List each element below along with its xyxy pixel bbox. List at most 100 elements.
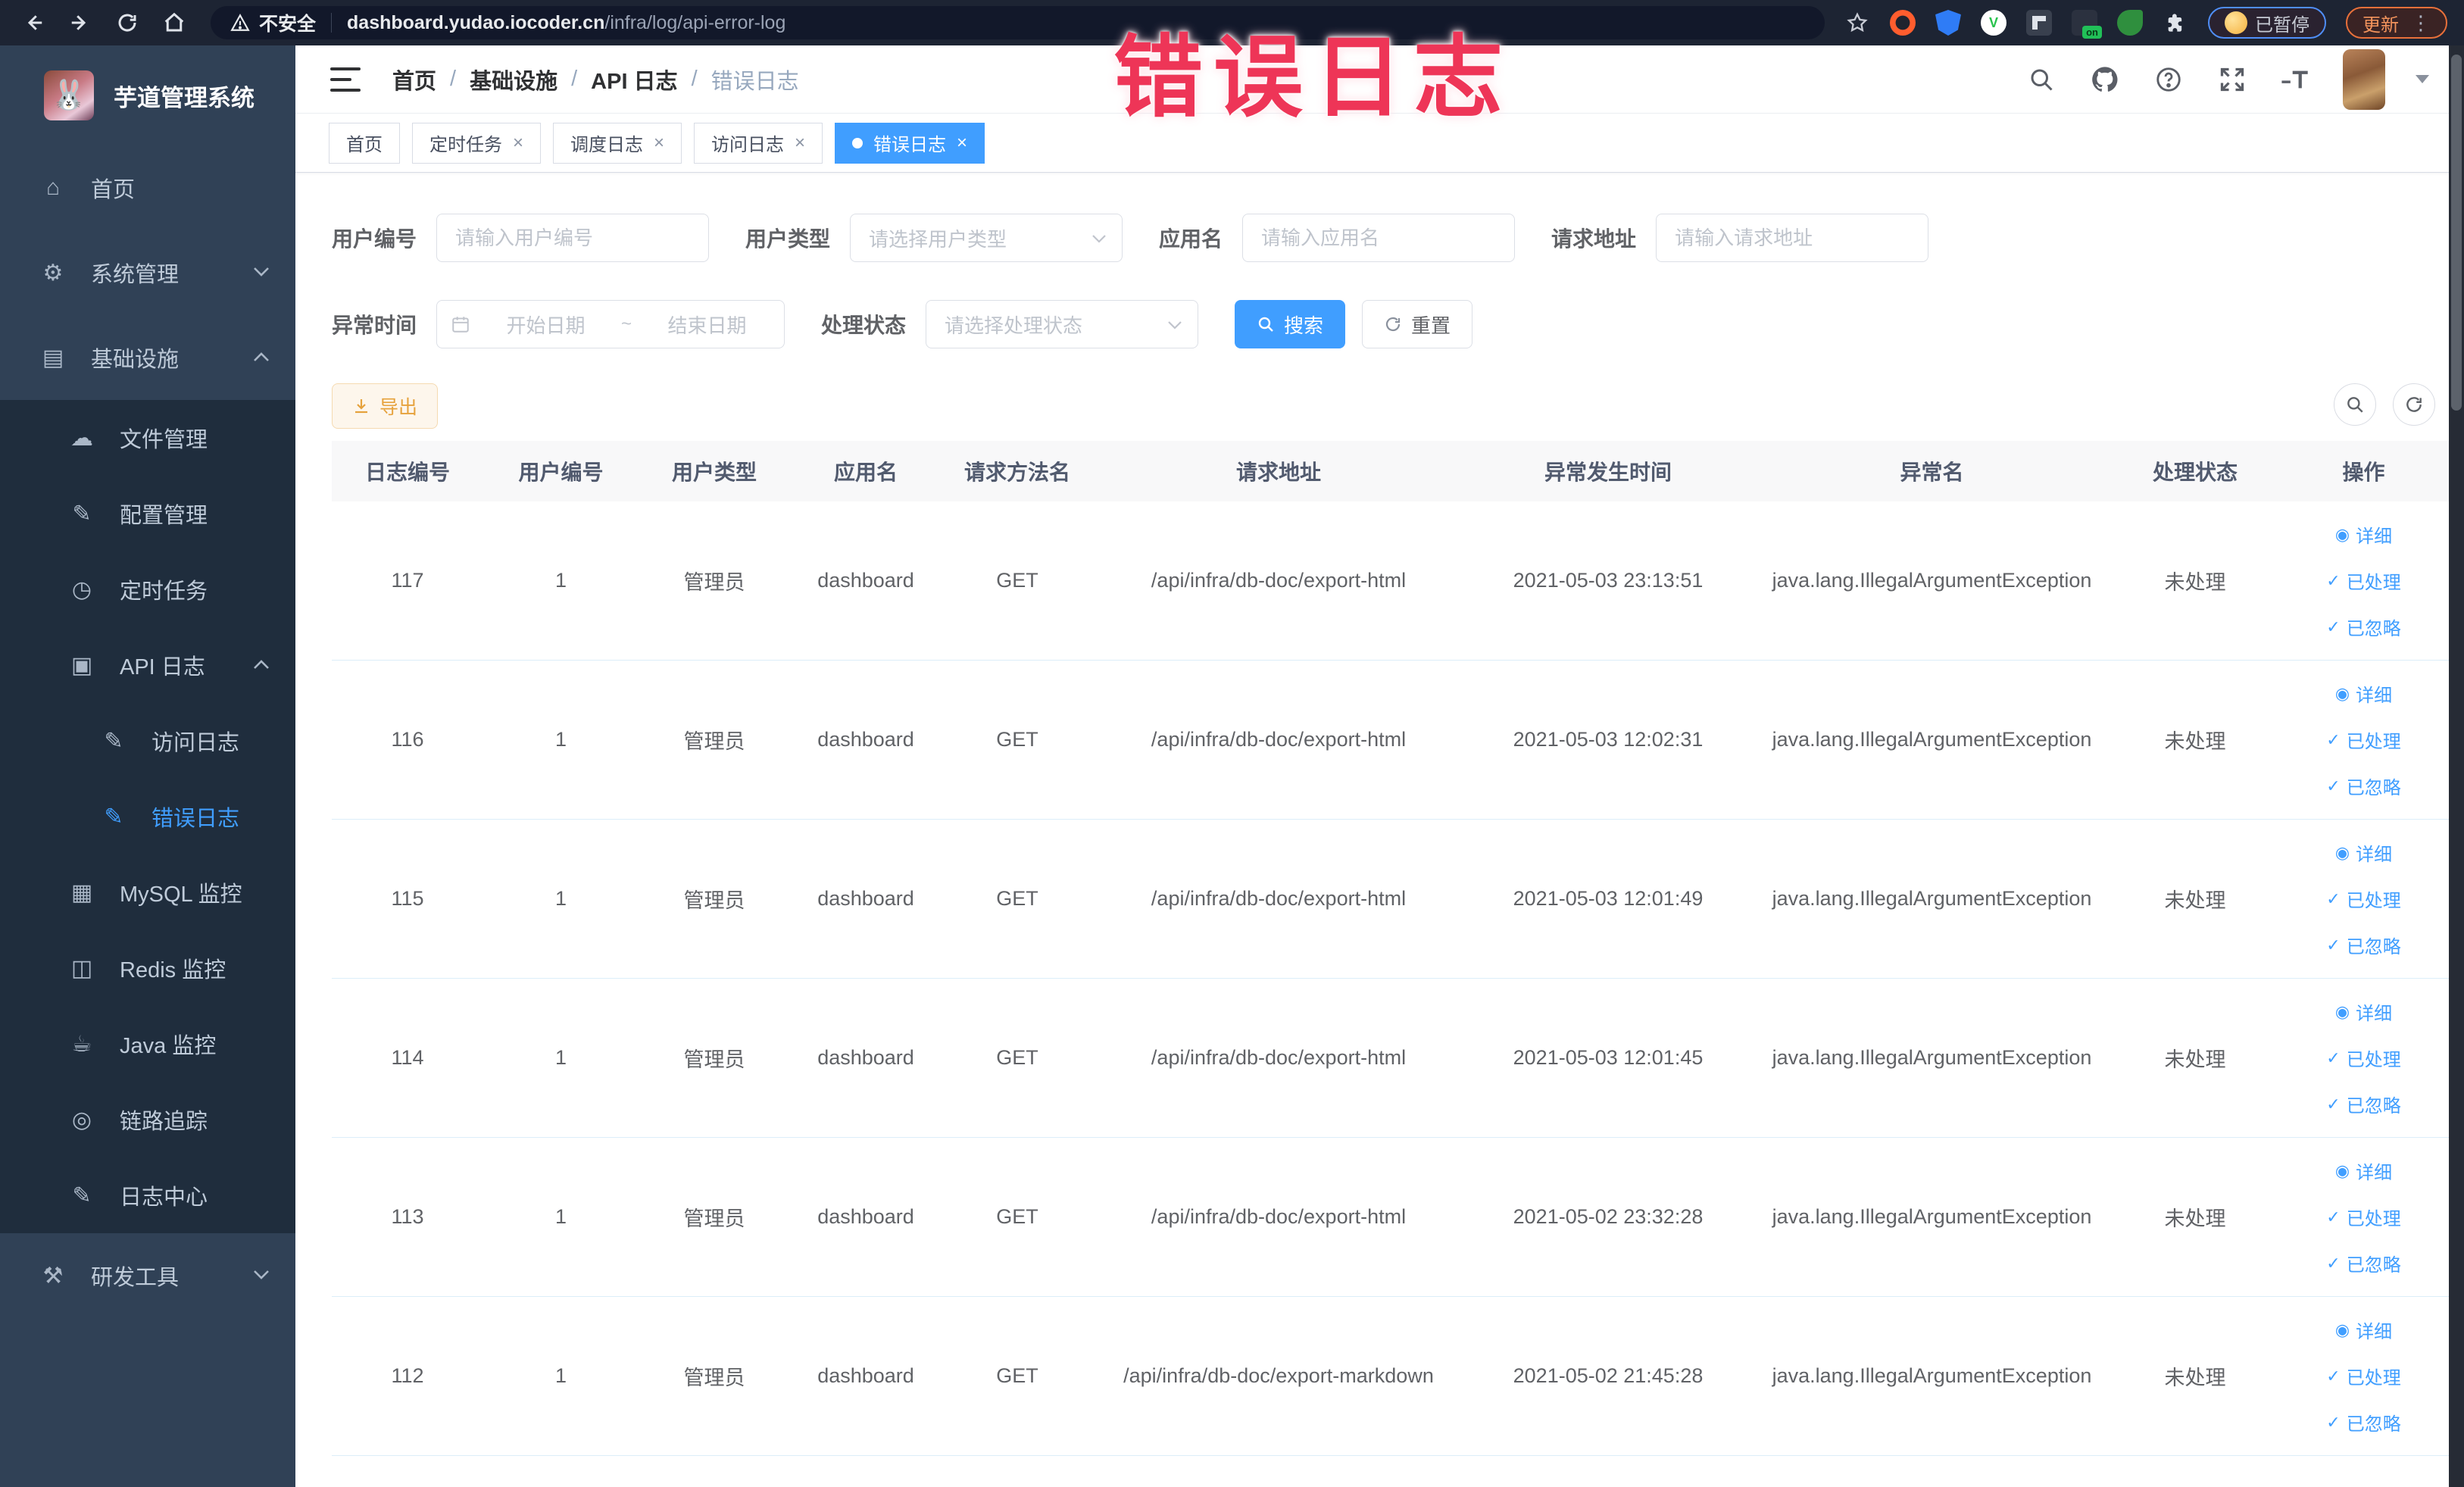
- address-bar[interactable]: 不安全 dashboard.yudao.iocoder.cn/infra/log…: [211, 6, 1825, 39]
- sidebar-item-label: 研发工具: [91, 1266, 180, 1290]
- scrollbar-thumb[interactable]: [2451, 55, 2462, 411]
- fullscreen-icon[interactable]: [2216, 63, 2249, 96]
- mark-processed-link[interactable]: ✓ 已处理: [2326, 886, 2400, 912]
- date-range-picker[interactable]: 开始日期 ~ 结束日期: [436, 300, 785, 348]
- browser-menu-icon[interactable]: ⋮: [2411, 11, 2431, 35]
- detail-link[interactable]: ◉ 详细: [2335, 839, 2392, 866]
- detail-link[interactable]: ◉ 详细: [2335, 1317, 2392, 1343]
- user-type-select[interactable]: 请选择用户类型: [850, 214, 1123, 262]
- app-name-cell: dashboard: [817, 569, 914, 592]
- profile-paused-chip[interactable]: 已暂停: [2208, 7, 2326, 39]
- mark-processed-link[interactable]: ✓ 已处理: [2326, 1363, 2400, 1389]
- hide-search-button[interactable]: [2334, 383, 2376, 426]
- breadcrumb-separator: /: [691, 67, 698, 91]
- detail-link-label: 详细: [2356, 686, 2393, 706]
- sidebar-item-dev-tools[interactable]: ⚒ 研发工具: [0, 1233, 295, 1318]
- start-date-placeholder: 开始日期: [506, 314, 586, 337]
- sidebar-item-log-center[interactable]: ✎ 日志中心: [0, 1157, 295, 1233]
- sidebar-item-infra[interactable]: ▤ 基础设施: [0, 315, 295, 400]
- breadcrumb-home[interactable]: 首页: [392, 64, 436, 95]
- sidebar-logo[interactable]: 🐰 芋道管理系统: [0, 45, 295, 145]
- sidebar-item-java-monitor[interactable]: ☕ Java 监控: [0, 1006, 295, 1082]
- user-avatar[interactable]: [2343, 48, 2385, 110]
- user-type-cell: 管理员: [683, 1207, 745, 1230]
- extension-adblock-icon[interactable]: [1890, 10, 1916, 36]
- tab-error-log[interactable]: 错误日志 ×: [835, 122, 985, 164]
- mark-processed-link[interactable]: ✓ 已处理: [2326, 726, 2400, 753]
- back-icon[interactable]: [17, 6, 50, 39]
- detail-link[interactable]: ◉ 详细: [2335, 998, 2392, 1025]
- sidebar-item-system[interactable]: ⚙ 系统管理: [0, 230, 295, 315]
- tab-home[interactable]: 首页: [329, 122, 400, 164]
- sidebar-item-home[interactable]: ⌂ 首页: [0, 145, 295, 230]
- user-id-input[interactable]: [436, 214, 710, 262]
- close-icon[interactable]: ×: [957, 133, 967, 152]
- update-label: 更新: [2363, 14, 2399, 36]
- mark-processed-link[interactable]: ✓ 已处理: [2326, 1204, 2400, 1230]
- extension-area: V on 已暂停 更新 ⋮: [1844, 7, 2447, 39]
- profile-paused-label: 已暂停: [2255, 14, 2309, 36]
- mark-ignored-link[interactable]: ✓ 已忽略: [2326, 1250, 2400, 1276]
- tab-scheduled-jobs[interactable]: 定时任务 ×: [412, 122, 542, 164]
- close-icon[interactable]: ×: [654, 133, 664, 152]
- detail-link[interactable]: ◉ 详细: [2335, 521, 2392, 548]
- extension-on-toggle-icon[interactable]: on: [2072, 10, 2102, 39]
- filter-app-name: 应用名: [1159, 214, 1516, 262]
- mark-ignored-link[interactable]: ✓ 已忽略: [2326, 1409, 2400, 1435]
- breadcrumb-api-log[interactable]: API 日志: [591, 64, 677, 95]
- close-icon[interactable]: ×: [513, 133, 523, 152]
- url-text[interactable]: dashboard.yudao.iocoder.cn/infra/log/api…: [347, 12, 785, 34]
- sidebar-item-file-manage[interactable]: ☁ 文件管理: [0, 400, 295, 476]
- home-icon[interactable]: [158, 6, 191, 39]
- extension-v-icon[interactable]: V: [1981, 10, 2006, 36]
- update-button[interactable]: 更新 ⋮: [2346, 7, 2447, 39]
- export-button[interactable]: 导出: [332, 383, 439, 429]
- help-icon[interactable]: [2152, 63, 2185, 96]
- security-warning[interactable]: 不安全: [230, 9, 316, 36]
- sidebar-item-label: MySQL 监控: [120, 883, 242, 907]
- reload-icon[interactable]: [111, 6, 144, 39]
- sidebar-item-error-log[interactable]: ✎ 错误日志: [0, 779, 295, 854]
- tab-schedule-log[interactable]: 调度日志 ×: [553, 122, 682, 164]
- mark-ignored-link[interactable]: ✓ 已忽略: [2326, 614, 2400, 640]
- forward-icon[interactable]: [64, 6, 97, 39]
- mark-processed-link[interactable]: ✓ 已处理: [2326, 1045, 2400, 1071]
- sidebar-item-mysql-monitor[interactable]: ▦ MySQL 监控: [0, 854, 295, 930]
- sidebar-item-config-manage[interactable]: ✎ 配置管理: [0, 476, 295, 551]
- search-icon[interactable]: [2025, 63, 2058, 96]
- collapse-sidebar-icon[interactable]: [330, 67, 361, 92]
- refresh-table-button[interactable]: [2393, 383, 2435, 426]
- extension-grid-icon[interactable]: [2026, 10, 2052, 36]
- mark-ignored-label: 已忽略: [2346, 619, 2401, 639]
- user-menu-caret-icon[interactable]: [2416, 75, 2429, 83]
- mark-processed-link[interactable]: ✓ 已处理: [2326, 567, 2400, 594]
- extension-leaf-icon[interactable]: [2117, 10, 2143, 36]
- sidebar-item-access-log[interactable]: ✎ 访问日志: [0, 703, 295, 779]
- detail-link[interactable]: ◉ 详细: [2335, 1157, 2392, 1184]
- process-status-select[interactable]: 请选择处理状态: [926, 300, 1199, 348]
- request-url-input[interactable]: [1656, 214, 1929, 262]
- sidebar-item-redis-monitor[interactable]: ◫ Redis 监控: [0, 930, 295, 1006]
- bookmark-star-icon[interactable]: [1844, 10, 1870, 36]
- font-size-icon[interactable]: [2279, 63, 2313, 96]
- sidebar-item-api-log[interactable]: ▣ API 日志: [0, 627, 295, 703]
- mark-ignored-link[interactable]: ✓ 已忽略: [2326, 932, 2400, 958]
- extension-puzzle-icon[interactable]: [2163, 10, 2188, 36]
- detail-link[interactable]: ◉ 详细: [2335, 680, 2392, 707]
- breadcrumb-infra[interactable]: 基础设施: [470, 64, 557, 95]
- end-date-placeholder: 结束日期: [667, 314, 747, 337]
- mark-ignored-link[interactable]: ✓ 已忽略: [2326, 773, 2400, 799]
- mark-processed-label: 已处理: [2346, 1050, 2401, 1070]
- browser-scrollbar[interactable]: [2449, 45, 2464, 1487]
- reset-button[interactable]: 重置: [1362, 300, 1473, 348]
- mark-ignored-link[interactable]: ✓ 已忽略: [2326, 1091, 2400, 1117]
- sidebar-item-scheduled-jobs[interactable]: ◷ 定时任务: [0, 551, 295, 627]
- app-name-input[interactable]: [1242, 214, 1516, 262]
- github-icon[interactable]: [2088, 63, 2122, 96]
- search-button[interactable]: 搜索: [1235, 300, 1346, 348]
- actions-cell: ◉ 详细 ✓ 已处理 ✓ 已忽略: [2278, 1138, 2449, 1296]
- sidebar-item-trace[interactable]: ◎ 链路追踪: [0, 1082, 295, 1157]
- close-icon[interactable]: ×: [795, 133, 805, 152]
- tab-access-log[interactable]: 访问日志 ×: [694, 122, 823, 164]
- extension-shield-icon[interactable]: [1935, 10, 1961, 36]
